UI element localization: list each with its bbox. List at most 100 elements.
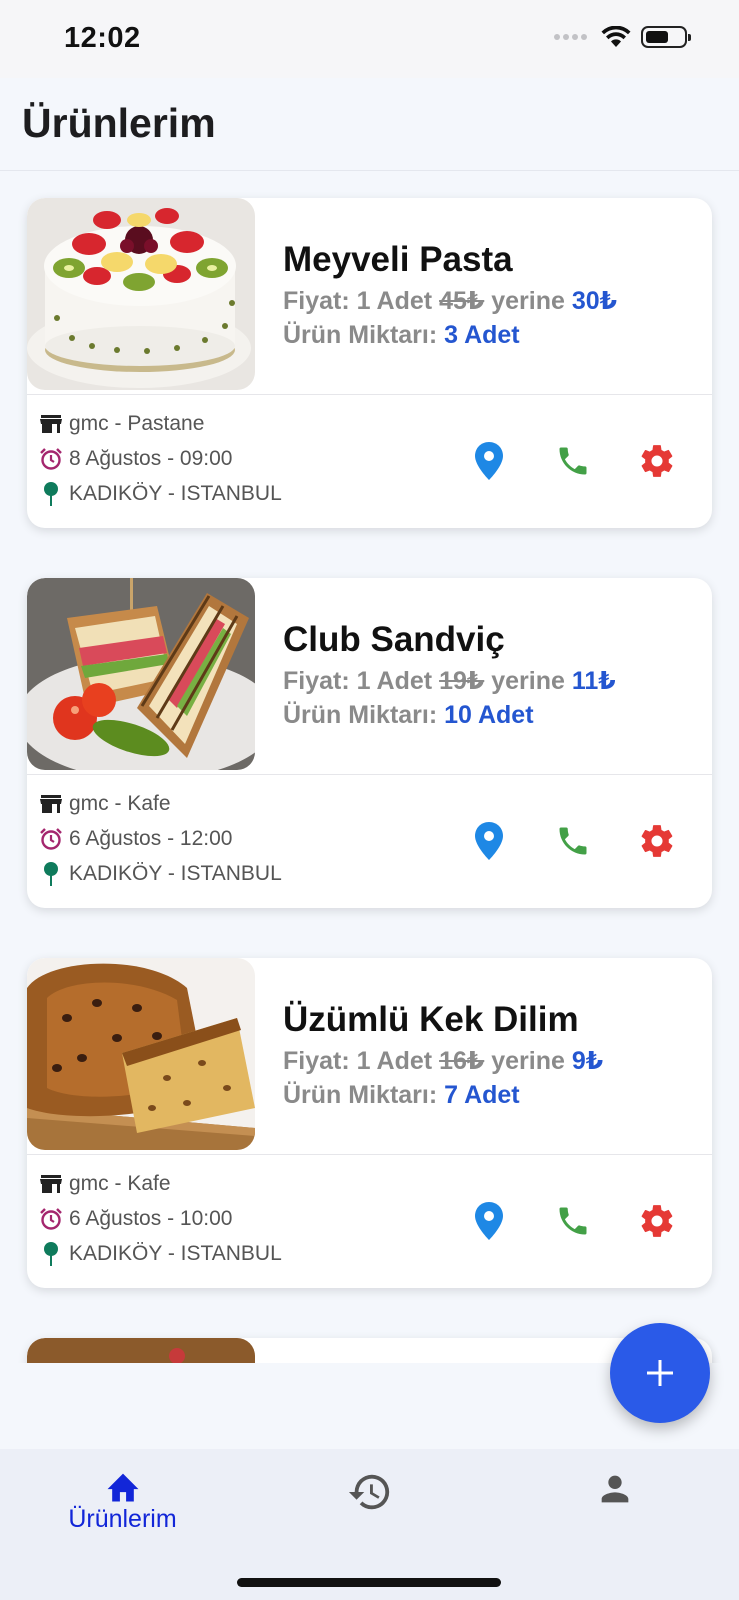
gear-icon: [641, 1205, 673, 1237]
gear-icon: [641, 825, 673, 857]
add-product-button[interactable]: [610, 1323, 710, 1423]
phone-icon: [559, 447, 587, 475]
location-text: KADIKÖY - ISTANBUL: [69, 482, 282, 505]
quantity-value: 3 Adet: [444, 321, 520, 349]
alarm-icon: [39, 827, 63, 851]
old-price: 19₺: [439, 667, 485, 695]
product-image: [27, 198, 255, 390]
phone-icon: [559, 827, 587, 855]
store-icon: [39, 1172, 63, 1196]
location-marker-icon: [475, 442, 503, 480]
time-row: 6 Ağustos - 12:00: [39, 827, 232, 851]
page-title: Ürünlerim: [22, 100, 216, 146]
nav-item-history[interactable]: [330, 1469, 410, 1515]
pickup-time: 6 Ağustos - 10:00: [69, 1207, 233, 1230]
shop-row: gmc - Pastane: [39, 412, 204, 436]
alarm-icon: [39, 447, 63, 471]
price-prefix: Fiyat: 1 Adet: [283, 287, 433, 315]
settings-button[interactable]: [635, 439, 679, 483]
plus-icon: [647, 1360, 673, 1386]
battery-icon: [641, 26, 691, 48]
call-button[interactable]: [551, 1199, 595, 1243]
quantity-line: Ürün Miktarı: 10 Adet: [283, 701, 534, 730]
product-name: Üzümlü Kek Dilim: [283, 1000, 579, 1039]
price-mid: yerine: [491, 667, 565, 695]
location-row: KADIKÖY - ISTANBUL: [39, 482, 282, 506]
raisin-cake-image: [27, 958, 255, 1150]
pin-icon: [39, 1242, 63, 1266]
nav-item-profile[interactable]: [575, 1469, 655, 1509]
location-row: KADIKÖY - ISTANBUL: [39, 1242, 282, 1266]
quantity-label: Ürün Miktarı:: [283, 701, 438, 729]
quantity-line: Ürün Miktarı: 3 Adet: [283, 321, 520, 350]
status-time: 12:02: [64, 22, 141, 54]
price-line: Fiyat: 1 Adet 45₺ yerine 30₺: [283, 286, 617, 316]
location-text: KADIKÖY - ISTANBUL: [69, 1242, 282, 1265]
location-marker-icon: [475, 822, 503, 860]
history-icon: [348, 1474, 390, 1510]
alarm-icon: [39, 1207, 63, 1231]
partial-product-image: [27, 1338, 255, 1363]
home-indicator: [237, 1578, 501, 1587]
phone-icon: [559, 1207, 587, 1235]
time-row: 8 Ağustos - 09:00: [39, 447, 232, 471]
old-price: 45₺: [439, 287, 485, 315]
fruit-cake-image: [27, 198, 255, 390]
new-price: 30₺: [571, 287, 618, 315]
club-sandwich-image: [27, 578, 255, 770]
new-price: 9₺: [571, 1047, 604, 1075]
old-price: 16₺: [439, 1047, 485, 1075]
pickup-time: 6 Ağustos - 12:00: [69, 827, 233, 850]
price-mid: yerine: [491, 287, 565, 315]
product-list[interactable]: Meyveli Pasta Fiyat: 1 Adet 45₺ yerine 3…: [0, 171, 739, 1363]
product-name: Meyveli Pasta: [283, 240, 513, 279]
price-line: Fiyat: 1 Adet 16₺ yerine 9₺: [283, 1046, 603, 1076]
nav-label-products: Ürünlerim: [68, 1505, 177, 1533]
shop-name: gmc - Pastane: [69, 412, 205, 435]
product-card[interactable]: Üzümlü Kek Dilim Fiyat: 1 Adet 16₺ yerin…: [27, 958, 712, 1288]
call-button[interactable]: [551, 439, 595, 483]
wifi-icon: [601, 26, 631, 47]
home-icon: [107, 1473, 138, 1502]
status-bar: 12:02: [0, 0, 739, 78]
price-prefix: Fiyat: 1 Adet: [283, 667, 433, 695]
price-mid: yerine: [491, 1047, 565, 1075]
pin-icon: [39, 862, 63, 886]
person-icon: [601, 1475, 629, 1503]
shop-name: gmc - Kafe: [69, 792, 171, 815]
location-marker-icon: [475, 1202, 503, 1240]
quantity-value: 7 Adet: [444, 1081, 520, 1109]
new-price: 11₺: [571, 667, 616, 695]
store-icon: [39, 792, 63, 816]
shop-row: gmc - Kafe: [39, 792, 171, 816]
product-card[interactable]: Meyveli Pasta Fiyat: 1 Adet 45₺ yerine 3…: [27, 198, 712, 528]
nav-item-products[interactable]: Ürünlerim: [60, 1469, 185, 1534]
quantity-label: Ürün Miktarı:: [283, 321, 438, 349]
product-image: [27, 1338, 255, 1363]
settings-button[interactable]: [635, 819, 679, 863]
quantity-label: Ürün Miktarı:: [283, 1081, 438, 1109]
signal-icon: [554, 34, 587, 40]
price-line: Fiyat: 1 Adet 19₺ yerine 11₺: [283, 666, 616, 696]
location-button[interactable]: [467, 1199, 511, 1243]
product-card[interactable]: [27, 1338, 712, 1363]
location-row: KADIKÖY - ISTANBUL: [39, 862, 282, 886]
status-icons: [554, 26, 691, 48]
quantity-value: 10 Adet: [444, 701, 534, 729]
product-image: [27, 958, 255, 1150]
shop-row: gmc - Kafe: [39, 1172, 171, 1196]
quantity-line: Ürün Miktarı: 7 Adet: [283, 1081, 520, 1110]
pickup-time: 8 Ağustos - 09:00: [69, 447, 233, 470]
location-text: KADIKÖY - ISTANBUL: [69, 862, 282, 885]
time-row: 6 Ağustos - 10:00: [39, 1207, 232, 1231]
call-button[interactable]: [551, 819, 595, 863]
location-button[interactable]: [467, 439, 511, 483]
price-prefix: Fiyat: 1 Adet: [283, 1047, 433, 1075]
location-button[interactable]: [467, 819, 511, 863]
gear-icon: [641, 445, 673, 477]
product-name: Club Sandviç: [283, 620, 505, 659]
product-card[interactable]: Club Sandviç Fiyat: 1 Adet 19₺ yerine 11…: [27, 578, 712, 908]
settings-button[interactable]: [635, 1199, 679, 1243]
shop-name: gmc - Kafe: [69, 1172, 171, 1195]
product-image: [27, 578, 255, 770]
